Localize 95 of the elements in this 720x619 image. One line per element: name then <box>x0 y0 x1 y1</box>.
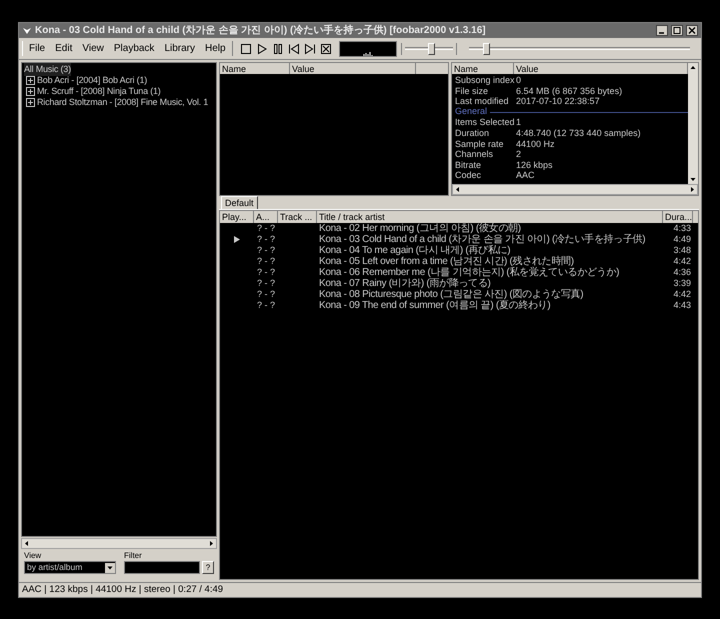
property-value: 6.54 MB (6 867 356 bytes) <box>516 86 622 96</box>
album-cell-text: ? - ? <box>256 234 276 245</box>
duration-cell-text: 3:39 <box>672 278 692 289</box>
duration-cell-text: 4:49 <box>672 234 692 245</box>
title-cell-text: Kona - 08 Picturesque photo (그림같은 사진) (図のような写真) <box>318 289 584 300</box>
menu-item[interactable]: View <box>82 41 104 56</box>
property-value: 1 <box>516 117 522 128</box>
title-cell-text: Kona - 06 Remember me (나를 기억하는지) (私を覚えているかどうか) <box>318 267 620 278</box>
menu-item[interactable]: File <box>29 41 46 56</box>
playlist-row[interactable]: ? - ? Kona - 08 Picturesque photo (그림같은 사진) (図のような写真) 4:42 <box>220 289 698 300</box>
property-name: Items Selected <box>455 117 516 128</box>
property-value: 4:48.740 (12 733 440 samples) <box>516 128 641 139</box>
menu-item[interactable]: Help <box>205 41 226 56</box>
volume-slider[interactable] <box>404 42 453 54</box>
horizontal-scrollbar[interactable] <box>21 538 217 549</box>
expand-icon[interactable] <box>26 87 35 96</box>
property-name: Last modified <box>455 96 510 107</box>
play-icon[interactable] <box>256 42 268 54</box>
column-header[interactable]: Track ... <box>278 211 317 223</box>
playlist-row[interactable]: ? - ? Kona - 02 Her morning (그녀의 아침) (彼女の朝) 4:33 <box>220 223 698 234</box>
previous-icon[interactable] <box>288 42 300 54</box>
album-cell-text: ? - ? <box>256 245 276 256</box>
duration-cell-text: 4:42 <box>672 289 692 300</box>
playlist-row[interactable]: ? - ? Kona - 06 Remember me (나를 기억하는지) (私を覚えているかどうか) 4:36 <box>220 267 698 278</box>
playlist-tab[interactable]: Default <box>221 196 258 209</box>
vertical-scrollbar[interactable] <box>688 63 698 184</box>
status-text: AAC | 123 kbps | 44100 Hz | stereo | 0:27 / 4:49 <box>21 582 224 597</box>
title-cell-text: Kona - 05 Left over from a time (남겨진 시간) (残された時間) <box>318 256 575 267</box>
slider-thumb[interactable] <box>428 42 435 54</box>
menu-item[interactable]: Playback <box>114 41 154 56</box>
filter-help-button[interactable]: ? <box>202 561 214 574</box>
horizontal-scrollbar[interactable] <box>452 184 698 195</box>
duration-cell-text: 3:48 <box>672 245 692 256</box>
expand-icon[interactable] <box>26 98 35 107</box>
menu-item[interactable]: Library <box>164 41 196 56</box>
property-name: Subsong index <box>455 75 516 86</box>
property-value: 126 kbps <box>516 160 553 170</box>
property-name: Bitrate <box>455 160 482 170</box>
expand-icon[interactable] <box>26 76 35 85</box>
tree-item[interactable]: Richard Stoltzman - [2008] Fine Music, Vol. 1 <box>37 96 208 110</box>
playlist-row[interactable]: ? - ? Kona - 05 Left over from a time (남겨진 시간) (残された時間) 4:42 <box>220 256 698 267</box>
playlist-row[interactable]: ? - ? Kona - 04 To me again (다시 내게) (再び私に) 3:48 <box>220 245 698 256</box>
window-title: Kona - 03 Cold Hand of a child (차가운 손을 가진 아이) (冷たい手を持っ子供) [foobar2000 v1.3.16] <box>35 24 487 38</box>
album-cell-text: ? - ? <box>256 267 276 278</box>
column-header[interactable]: Dura... <box>663 211 693 223</box>
property-name: Sample rate <box>455 138 505 150</box>
tree-item[interactable]: Bob Acri - [2004] Bob Acri (1) <box>37 74 148 88</box>
tree-item[interactable]: Mr. Scruff - [2008] Ninja Tuna (1) <box>37 84 161 98</box>
title-cell-text: Kona - 02 Her morning (그녀의 아침) (彼女の朝) <box>318 223 522 234</box>
property-value: AAC <box>516 170 535 181</box>
shuffle-icon[interactable] <box>320 42 332 54</box>
playlist-row[interactable]: ? - ? Kona - 03 Cold Hand of a child (차가운 손을 가진 아이) (冷たい手を持っ子供) 4:49 <box>220 234 698 245</box>
spectrum-icon <box>362 52 373 56</box>
album-cell-text: ? - ? <box>256 256 276 267</box>
playlist-row[interactable]: ? - ? Kona - 07 Rainy (비가와) (雨が降ってる) 3:39 <box>220 278 698 289</box>
property-value: 44100 Hz <box>516 138 555 150</box>
title-cell-text: Kona - 09 The end of summer (여름의 끝) (夏の終わり) <box>318 300 552 311</box>
next-icon[interactable] <box>304 42 316 54</box>
album-cell-text: ? - ? <box>256 289 276 300</box>
pause-icon[interactable] <box>272 42 284 54</box>
duration-cell-text: 4:33 <box>672 223 692 234</box>
duration-cell-text: 4:42 <box>672 256 692 267</box>
stop-icon[interactable] <box>240 42 252 54</box>
app-icon <box>22 26 32 36</box>
menu-item[interactable]: Edit <box>55 41 72 56</box>
property-name: Channels <box>455 149 494 160</box>
album-cell-text: ? - ? <box>256 300 276 311</box>
column-header[interactable]: Title / track artist <box>317 211 663 223</box>
column-header[interactable]: A... <box>254 211 278 223</box>
seek-bar[interactable] <box>468 42 690 54</box>
album-cell-text: ? - ? <box>256 223 276 234</box>
property-name: Duration <box>455 128 490 139</box>
slider-thumb[interactable] <box>483 42 490 54</box>
filter-label: Filter <box>124 551 143 561</box>
view-dropdown[interactable]: by artist/album <box>24 561 116 574</box>
tree-item[interactable]: All Music (3) <box>24 63 71 76</box>
title-cell-text: Kona - 03 Cold Hand of a child (차가운 손을 가진 아이) (冷たい手を持っ子供) <box>318 234 646 245</box>
column-header[interactable]: Name <box>220 63 290 74</box>
group-heading: General <box>455 105 488 118</box>
property-value: 2 <box>516 149 522 160</box>
property-value: 0 <box>516 75 522 86</box>
title-cell-text: Kona - 04 To me again (다시 내게) (再び私に) <box>318 245 512 256</box>
column-header[interactable]: Play... <box>220 211 254 223</box>
property-name: File size <box>455 86 490 96</box>
album-cell-text: ? - ? <box>256 278 276 289</box>
duration-cell-text: 4:43 <box>672 300 692 311</box>
column-header[interactable]: Value <box>290 63 416 74</box>
title-cell-text: Kona - 07 Rainy (비가와) (雨が降ってる) <box>318 278 492 289</box>
view-label: View <box>24 551 42 561</box>
playlist-row[interactable]: ? - ? Kona - 09 The end of summer (여름의 끝) (夏の終わり) 4:43 <box>220 300 698 311</box>
column-header[interactable]: Name <box>452 63 514 74</box>
duration-cell-text: 4:36 <box>672 267 692 278</box>
property-value: 2017-07-10 22:38:57 <box>516 96 600 107</box>
filter-field[interactable] <box>124 561 200 574</box>
property-name: Codec <box>455 170 482 181</box>
